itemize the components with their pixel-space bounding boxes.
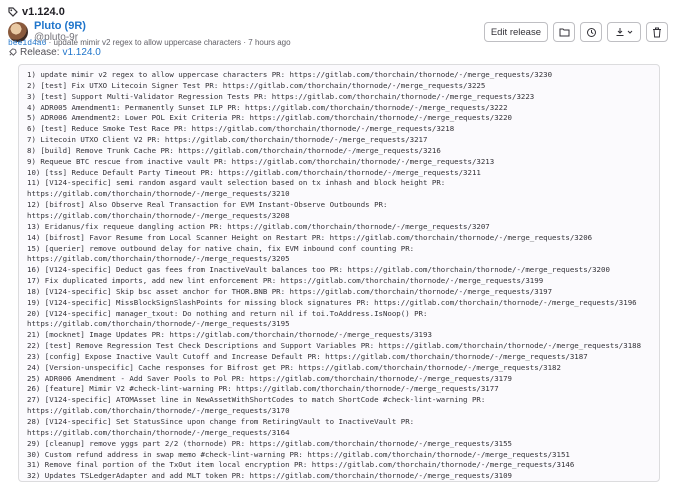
rocket-icon — [9, 48, 17, 56]
release-note-line: 12) [bifrost] Also Observe Real Transact… — [27, 200, 392, 220]
release-note-line: 23) [config] Expose Inactive Vault Cutof… — [27, 351, 588, 361]
release-row: Release: v1.124.0 — [8, 47, 101, 58]
release-actions: Edit release — [483, 22, 668, 42]
release-note-line: 8) [build] Remove Trunk Cache PR: https:… — [27, 145, 441, 155]
trash-icon — [653, 27, 661, 37]
release-note-line: 2) [test] Fix UTXO Litecoin Signer Test … — [27, 80, 486, 90]
delete-button[interactable] — [646, 22, 668, 42]
release-note-line: 26) [feature] Mimir V2 #check-lint-warni… — [27, 384, 499, 394]
release-note-line: 25) ADR006 Amendment - Add Saver Pools t… — [27, 373, 512, 383]
author-name[interactable]: Pluto (9R) — [34, 20, 86, 32]
release-note-line: 32) Updates TSLedgerAdapter and add MLT … — [27, 471, 512, 481]
release-note-line: 24) [Version-unspecific] Cache responses… — [27, 362, 561, 372]
release-note-line: 4) ADR005 Amendment1: Permanently Sunset… — [27, 102, 508, 112]
release-note-line: 15) [querier] remove outbound delay for … — [27, 243, 419, 264]
history-button[interactable] — [580, 22, 602, 42]
release-note-line: 28) [V124-specific] Set StatusSince upon… — [27, 417, 419, 437]
release-note-line: 31) Remove final portion of the TxOut it… — [27, 460, 575, 470]
release-notes: 1) update mimir v2 regex to allow upperc… — [18, 64, 660, 482]
release-note-line: 20) [V124-specific] manager_txout: Do no… — [27, 308, 432, 329]
chevron-down-icon — [627, 30, 633, 34]
folder-button[interactable] — [553, 22, 575, 42]
release-note-line: 22) [test] Remove Regression Test Check … — [27, 341, 642, 351]
commit-message: update mimir v2 regex to allow uppercase… — [53, 38, 291, 47]
release-note-line: 5) ADR006 Amendment2: Lower POL Exit Cri… — [27, 113, 512, 123]
history-icon — [586, 27, 596, 37]
download-dropdown[interactable] — [607, 22, 641, 42]
release-note-line: 1) update mimir v2 regex to allow upperc… — [27, 70, 553, 79]
release-note-line: 6) [test] Reduce Smoke Test Race PR: htt… — [27, 124, 455, 134]
release-note-line: 29) [cleanup] remove yggs part 2/2 (thor… — [27, 438, 512, 448]
release-note-line: 3) [test] Support Multi-Validator Regres… — [27, 91, 535, 101]
release-note-line: 13) Eridanus/fix requeue dangling action… — [27, 221, 490, 231]
folder-icon — [559, 28, 569, 37]
release-link[interactable]: v1.124.0 — [62, 47, 100, 58]
release-note-line: 10) [tss] Reduce Default Party Timeout P… — [27, 167, 481, 177]
release-note-line: 18) [V124-specific] Skip bsc asset ancho… — [27, 286, 553, 296]
release-note-line: 27) [V124-specific] ATOMAsset line in Ne… — [27, 395, 490, 416]
release-label: Release: — [20, 47, 60, 58]
release-note-line: 11) [V124-specific] semi random asgard v… — [27, 178, 450, 199]
edit-release-button[interactable]: Edit release — [483, 22, 548, 42]
release-note-line: 7) Litecoin UTXO Client V2 PR: https://g… — [27, 135, 428, 145]
release-note-line: 9) Requeue BTC rescue from inactive vaul… — [27, 156, 495, 166]
release-note-line: 16) [V124-specific] Deduct gas fees from… — [27, 265, 610, 275]
release-notes-text: 1) update mimir v2 regex to allow upperc… — [19, 65, 659, 481]
tag-row: v1.124.0 — [8, 6, 672, 18]
release-note-line: 17) Fix duplicated imports, add new lint… — [27, 276, 544, 286]
release-note-line: 14) [bifrost] Favor Resume from Local Sc… — [27, 232, 593, 242]
release-note-line: 19) [V124-specific] MissBlockSignSlashPo… — [27, 297, 637, 307]
tag-icon — [8, 7, 18, 17]
release-note-line: 30) Custom refund address in swap memo #… — [27, 449, 570, 459]
release-note-line: 21) [mocknet] Image Updates PR: https://… — [27, 330, 432, 340]
tag-name[interactable]: v1.124.0 — [22, 6, 65, 18]
download-icon — [616, 28, 624, 36]
